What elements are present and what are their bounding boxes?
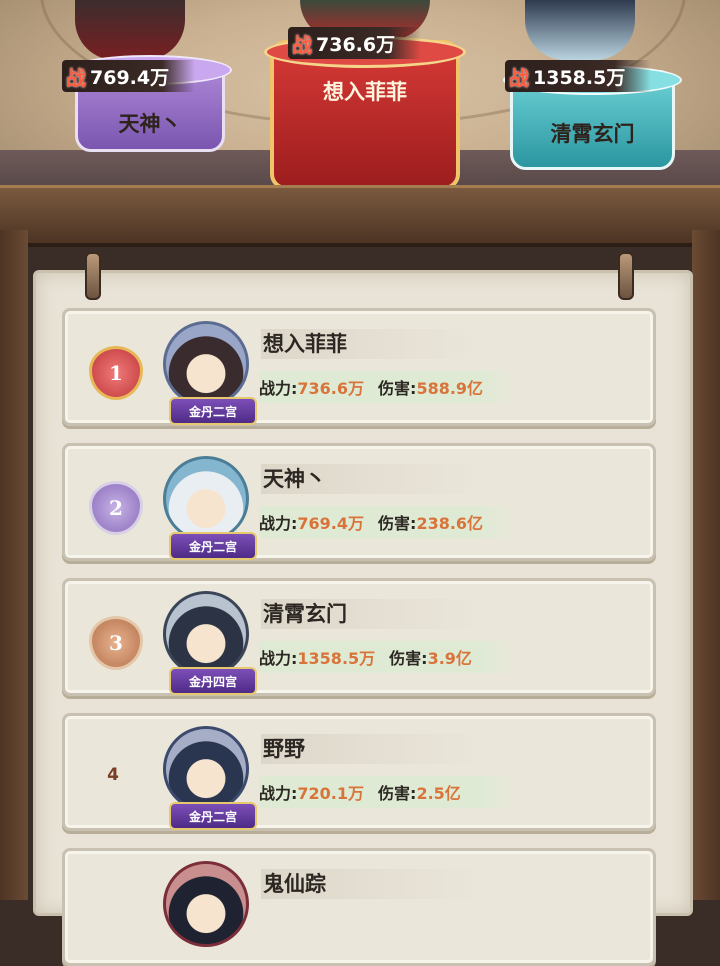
hanging-hook-right	[618, 252, 634, 300]
power-label: 战力:	[259, 649, 298, 668]
player-name: 清霄玄门	[261, 599, 483, 629]
hanging-hook-left	[85, 252, 101, 300]
second-place-name: 天神丶	[118, 111, 182, 136]
power-label: 战力:	[259, 379, 298, 398]
first-place-power-tag: 战 736.6万	[288, 27, 422, 59]
battle-power-icon: 战	[66, 65, 86, 90]
first-place-name: 想入菲菲	[323, 79, 407, 104]
third-place-power: 1358.5万	[533, 66, 626, 89]
power-value: 720.1万	[297, 784, 365, 803]
damage-label: 伤害:	[378, 379, 417, 398]
second-place-character[interactable]	[75, 0, 185, 60]
frame-right-post	[692, 230, 720, 900]
battle-power-icon: 战	[292, 32, 312, 57]
damage-value: 3.9亿	[427, 649, 472, 668]
player-avatar[interactable]	[163, 321, 249, 407]
player-name: 野野	[261, 734, 483, 764]
player-stats: 战力: 720.1万 伤害: 2.5亿	[259, 776, 521, 808]
podium-scene: 天神丶 想入菲菲 清霄玄门 战 769.4万 战 736.6万 战 1358.5…	[0, 0, 720, 215]
power-label: 战力:	[259, 514, 298, 533]
silver-rank-badge-icon: 2	[89, 481, 143, 535]
power-value: 769.4万	[297, 514, 365, 533]
rank-number: 4	[107, 765, 119, 785]
damage-value: 588.9亿	[416, 379, 484, 398]
cultivation-title-badge: 金丹四宫	[169, 667, 257, 695]
second-place-power: 769.4万	[90, 66, 170, 89]
player-stats: 战力: 736.6万 伤害: 588.9亿	[259, 371, 521, 403]
player-name: 鬼仙踪	[261, 869, 483, 899]
cultivation-title-badge: 金丹二宫	[169, 397, 257, 425]
third-place-name: 清霄玄门	[550, 121, 635, 146]
third-place-power-tag: 战 1358.5万	[505, 60, 652, 92]
damage-label: 伤害:	[378, 514, 417, 533]
third-place-character[interactable]	[525, 0, 635, 60]
cultivation-title-badge: 金丹二宫	[169, 532, 257, 560]
first-place-power: 736.6万	[316, 33, 396, 56]
player-avatar[interactable]	[163, 726, 249, 812]
battle-power-icon: 战	[509, 65, 529, 90]
ranking-row[interactable]: 2 金丹二宫 天神丶 战力: 769.4万 伤害: 238.6亿	[62, 443, 656, 561]
ranking-row[interactable]: 鬼仙踪	[62, 848, 656, 966]
player-avatar[interactable]	[163, 456, 249, 542]
cultivation-title-badge: 金丹二宫	[169, 802, 257, 830]
damage-value: 238.6亿	[416, 514, 484, 533]
first-place-podium: 想入菲菲	[264, 36, 466, 190]
frame-left-post	[0, 230, 28, 900]
player-name: 想入菲菲	[261, 329, 483, 359]
frame-top-beam	[0, 185, 720, 247]
gold-rank-badge-icon: 1	[89, 346, 143, 400]
player-stats: 战力: 769.4万 伤害: 238.6亿	[259, 506, 521, 538]
player-name: 天神丶	[261, 464, 483, 494]
ranking-row[interactable]: 4 金丹二宫 野野 战力: 720.1万 伤害: 2.5亿	[62, 713, 656, 831]
damage-value: 2.5亿	[416, 784, 461, 803]
player-stats: 战力: 1358.5万 伤害: 3.9亿	[259, 641, 521, 673]
bronze-rank-badge-icon: 3	[89, 616, 143, 670]
second-place-power-tag: 战 769.4万	[62, 60, 196, 92]
player-avatar[interactable]	[163, 861, 249, 947]
player-avatar[interactable]	[163, 591, 249, 677]
power-value: 736.6万	[297, 379, 365, 398]
power-value: 1358.5万	[297, 649, 376, 668]
ranking-row[interactable]: 1 金丹二宫 想入菲菲 战力: 736.6万 伤害: 588.9亿	[62, 308, 656, 426]
ranking-row[interactable]: 3 金丹四宫 清霄玄门 战力: 1358.5万 伤害: 3.9亿	[62, 578, 656, 696]
power-label: 战力:	[259, 784, 298, 803]
damage-label: 伤害:	[389, 649, 428, 668]
damage-label: 伤害:	[378, 784, 417, 803]
